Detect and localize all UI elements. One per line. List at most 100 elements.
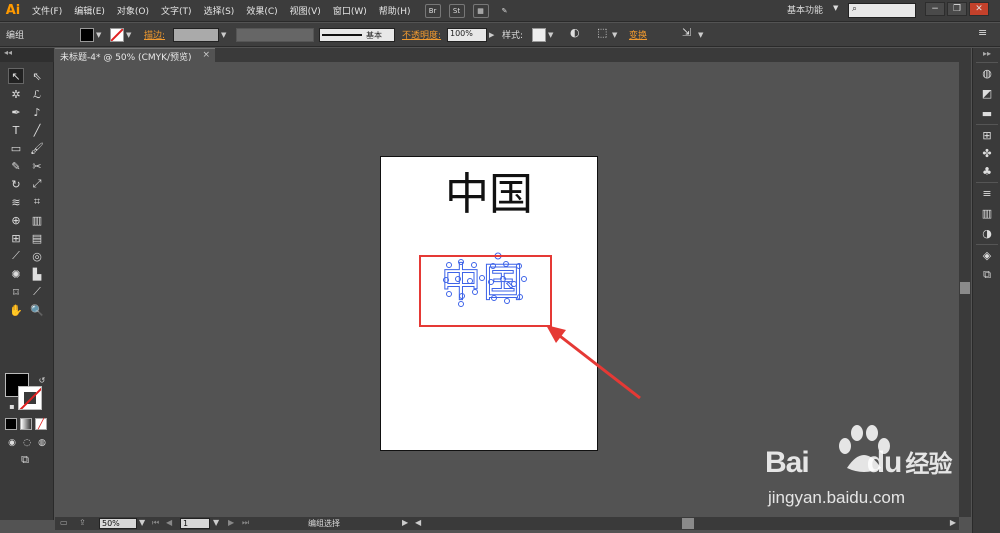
close-tab-icon[interactable]: ×	[202, 50, 210, 60]
chevron-down-icon[interactable]: ▼	[548, 31, 553, 39]
brush-icon[interactable]: ✎	[497, 4, 513, 18]
stroke-color-swatch[interactable]	[110, 28, 124, 42]
stock-icon[interactable]: St	[448, 3, 465, 18]
zoom-tool-icon[interactable]: 🔍	[29, 302, 45, 318]
swatches-panel-icon[interactable]: ⊞	[979, 128, 995, 142]
menu-select[interactable]: 选择(S)	[198, 4, 241, 17]
symbol-sprayer-tool-icon[interactable]: ✺	[8, 266, 24, 282]
menu-file[interactable]: 文件(F)	[26, 4, 68, 17]
chevron-down-icon[interactable]: ▼	[139, 518, 145, 527]
direct-selection-tool-icon[interactable]: ⇖	[29, 68, 45, 84]
stroke-weight-field[interactable]	[173, 28, 219, 42]
shape-builder-tool-icon[interactable]: ⊕	[8, 212, 24, 228]
close-window-button[interactable]: ✕	[969, 2, 989, 16]
hand-tool-icon[interactable]: ✋	[8, 302, 24, 318]
restore-button[interactable]: ❐	[947, 2, 967, 16]
next-artboard-icon[interactable]: ▶	[228, 518, 234, 527]
type-tool-icon[interactable]: T	[8, 122, 24, 138]
fill-color-swatch[interactable]	[80, 28, 94, 42]
magic-wand-tool-icon[interactable]: ✲	[8, 86, 24, 102]
menu-view[interactable]: 视图(V)	[284, 4, 327, 17]
document-tab[interactable]: 未标题-4* @ 50% (CMYK/预览) ×	[55, 48, 215, 63]
help-search-input[interactable]: ⌕	[848, 3, 916, 18]
chevron-down-icon[interactable]: ▼	[96, 31, 101, 39]
default-colors-icon[interactable]: ▪	[4, 398, 20, 414]
draw-inside-icon[interactable]: ◍	[34, 435, 50, 451]
gradient-tool-icon[interactable]: ▤	[29, 230, 45, 246]
lasso-tool-icon[interactable]: ℒ	[29, 86, 45, 102]
transform-link[interactable]: 变换	[629, 28, 647, 41]
stroke-swatch[interactable]	[18, 386, 42, 410]
status-menu-icon[interactable]: ▶	[402, 518, 408, 527]
layers-panel-icon[interactable]: ◈	[979, 248, 995, 262]
chevron-down-icon[interactable]: ▼	[213, 518, 219, 527]
chevron-down-icon[interactable]: ▼	[612, 31, 617, 39]
color-mode-icon[interactable]	[5, 418, 17, 430]
stroke-panel-icon[interactable]: ≡	[979, 186, 995, 200]
menu-effect[interactable]: 效果(C)	[240, 4, 283, 17]
line-tool-icon[interactable]: ╱	[29, 122, 45, 138]
bridge-icon[interactable]: Br	[424, 3, 441, 18]
opacity-label-link[interactable]: 不透明度:	[402, 28, 441, 41]
menu-object[interactable]: 对象(O)	[111, 4, 155, 17]
scroll-left-icon[interactable]: ◀	[415, 518, 421, 527]
symbols-panel-icon[interactable]: ♣	[979, 164, 995, 178]
scissors-tool-icon[interactable]: ✂	[29, 158, 45, 174]
prev-artboard-icon[interactable]: ◀	[166, 518, 172, 527]
zoom-field[interactable]: 50%	[99, 518, 137, 529]
chevron-down-icon[interactable]: ▼	[221, 31, 226, 39]
panel-grip[interactable]: ◂◂	[0, 48, 54, 62]
scroll-right-icon[interactable]: ▶	[950, 518, 956, 527]
eyedropper-tool-icon[interactable]: ⟋	[8, 248, 24, 264]
share-icon[interactable]: ⇪	[79, 518, 86, 527]
blend-tool-icon[interactable]: ◎	[29, 248, 45, 264]
workspace-switcher[interactable]: 基本功能	[787, 3, 823, 16]
status-info-icon[interactable]: ▭	[60, 518, 68, 527]
arrange-icon[interactable]: ▦	[472, 3, 489, 18]
width-tool-icon[interactable]: ≋	[8, 194, 24, 210]
brushes-panel-icon[interactable]: ✤	[979, 146, 995, 160]
brush-definition-field[interactable]: 基本	[319, 28, 395, 42]
scale-tool-icon[interactable]: ⤢	[29, 176, 45, 192]
paintbrush-tool-icon[interactable]: 🖌	[29, 140, 45, 156]
variable-width-profile[interactable]	[236, 28, 314, 42]
panel-menu-icon[interactable]: ≡	[978, 26, 987, 39]
panel-collapse-icon[interactable]: ▸▸	[983, 49, 991, 58]
artboard-text[interactable]: 中国	[381, 173, 597, 217]
draw-behind-icon[interactable]: ◌	[19, 435, 35, 451]
mesh-tool-icon[interactable]: ⊞	[8, 230, 24, 246]
horizontal-scrollbar[interactable]: ◀ ▶	[412, 517, 959, 530]
screen-mode-icon[interactable]: ⧉	[17, 452, 33, 468]
pencil-tool-icon[interactable]: ✎	[8, 158, 24, 174]
free-transform-tool-icon[interactable]: ⌗	[29, 194, 45, 210]
isolate-icon[interactable]: ⇲	[682, 26, 691, 39]
last-artboard-icon[interactable]: ⏭	[242, 518, 249, 528]
draw-normal-icon[interactable]: ◉	[4, 435, 20, 451]
transparency-panel-icon[interactable]: ◑	[979, 226, 995, 240]
chevron-down-icon[interactable]: ▼	[698, 31, 703, 39]
perspective-grid-tool-icon[interactable]: ▥	[29, 212, 45, 228]
graphic-style-swatch[interactable]	[532, 28, 546, 42]
opacity-field[interactable]: 100%	[447, 28, 487, 42]
first-artboard-icon[interactable]: ⏮	[152, 518, 159, 528]
rotate-tool-icon[interactable]: ↻	[8, 176, 24, 192]
gradient-mode-icon[interactable]	[20, 418, 32, 430]
artboards-panel-icon[interactable]: ⧉	[979, 268, 995, 282]
swap-colors-icon[interactable]: ↺	[34, 372, 50, 388]
menu-help[interactable]: 帮助(H)	[373, 4, 417, 17]
menu-window[interactable]: 窗口(W)	[327, 4, 373, 17]
column-graph-tool-icon[interactable]: ▙	[29, 266, 45, 282]
gradient-panel-icon[interactable]: ▥	[979, 206, 995, 220]
chevron-down-icon[interactable]: ▼	[833, 4, 838, 12]
align-icon[interactable]: ⬚	[597, 26, 607, 39]
rectangle-tool-icon[interactable]: ▭	[8, 140, 24, 156]
stroke-label-link[interactable]: 描边:	[144, 28, 165, 41]
slice-tool-icon[interactable]: ⟋	[29, 284, 45, 300]
pen-tool-icon[interactable]: ✒	[8, 104, 24, 120]
recolor-icon[interactable]: ◐	[570, 26, 580, 39]
horizontal-scroll-thumb[interactable]	[682, 518, 694, 529]
artboard-tool-icon[interactable]: ⌑	[8, 284, 24, 300]
color-guide-icon[interactable]: ◩	[979, 86, 995, 100]
none-mode-icon[interactable]: ╱	[35, 418, 47, 430]
menu-edit[interactable]: 编辑(E)	[68, 4, 111, 17]
